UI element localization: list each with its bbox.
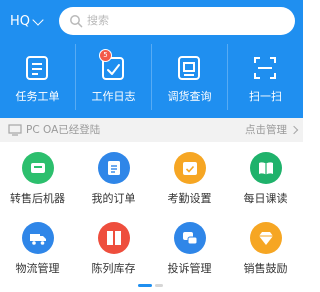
quick-action-label: 工作日志 (91, 90, 136, 103)
grid-item-my-orders[interactable]: 我的订单 (76, 142, 151, 208)
quick-action-scan[interactable]: 扫一扫 (228, 44, 303, 110)
grid-item-daily-reading[interactable]: 每日课读 (228, 142, 303, 208)
search-placeholder: 搜索 (87, 14, 109, 27)
page-indicator (0, 284, 303, 288)
my-orders-icon (98, 152, 130, 184)
grid-item-label: 每日课读 (243, 192, 288, 205)
display-inventory-icon (98, 222, 130, 254)
manage-label: 点击管理 (245, 124, 287, 136)
grid-item-complaint-management[interactable]: 投诉管理 (152, 212, 227, 278)
task-ticket-icon (26, 56, 48, 80)
notification-badge: 5 (99, 49, 112, 62)
quick-action-task-ticket[interactable]: 任务工单 (0, 44, 75, 110)
attendance-settings-icon (174, 152, 206, 184)
grid-item-label: 我的订单 (91, 192, 136, 205)
after-sales-machine-icon (22, 152, 54, 184)
grid-item-logistics[interactable]: 物流管理 (0, 212, 75, 278)
quick-action-transfer-query[interactable]: 调货查询 (152, 44, 227, 110)
complaint-management-icon (174, 222, 206, 254)
org-label: HQ (10, 14, 31, 29)
monitor-icon (8, 124, 22, 136)
search-input[interactable]: 搜索 (59, 7, 295, 35)
chevron-right-icon (289, 125, 299, 135)
quick-action-label: 任务工单 (15, 90, 60, 103)
quick-action-work-log[interactable]: 工作日志 (76, 44, 151, 110)
quick-actions: 任务工单 工作日志 调货查询 扫一扫 5 (0, 44, 303, 110)
app-grid: 转售后机器 我的订单 考勤设置 每日课读 物流管理 陈列库存 投诉管理 销售鼓励 (0, 142, 303, 282)
login-status-text: PC OA已经登陆 (26, 124, 101, 136)
grid-item-after-sales-machine[interactable]: 转售后机器 (0, 142, 75, 208)
scan-icon (254, 57, 276, 79)
daily-reading-icon (250, 152, 282, 184)
pc-login-status-bar: PC OA已经登陆 点击管理 (0, 118, 303, 142)
grid-item-label: 考勤设置 (167, 192, 212, 205)
grid-item-label: 转售后机器 (10, 192, 65, 205)
logistics-truck-icon (22, 222, 54, 254)
page-dot-active[interactable] (138, 284, 152, 287)
grid-item-sales-incentive[interactable]: 销售鼓励 (228, 212, 303, 278)
sales-incentive-icon (250, 222, 282, 254)
grid-item-label: 销售鼓励 (243, 262, 288, 275)
grid-item-label: 陈列库存 (91, 262, 136, 275)
quick-action-label: 调货查询 (167, 90, 212, 103)
grid-item-display-inventory[interactable]: 陈列库存 (76, 212, 151, 278)
transfer-query-icon (178, 56, 200, 80)
search-icon (70, 15, 83, 28)
quick-action-label: 扫一扫 (249, 90, 282, 103)
chevron-down-icon (32, 14, 44, 26)
manage-login-link[interactable]: 点击管理 (245, 118, 299, 142)
grid-item-label: 投诉管理 (167, 262, 212, 275)
org-switcher[interactable]: HQ (10, 12, 44, 32)
page-dot[interactable] (155, 284, 163, 287)
grid-item-label: 物流管理 (15, 262, 60, 275)
grid-item-attendance-settings[interactable]: 考勤设置 (152, 142, 227, 208)
